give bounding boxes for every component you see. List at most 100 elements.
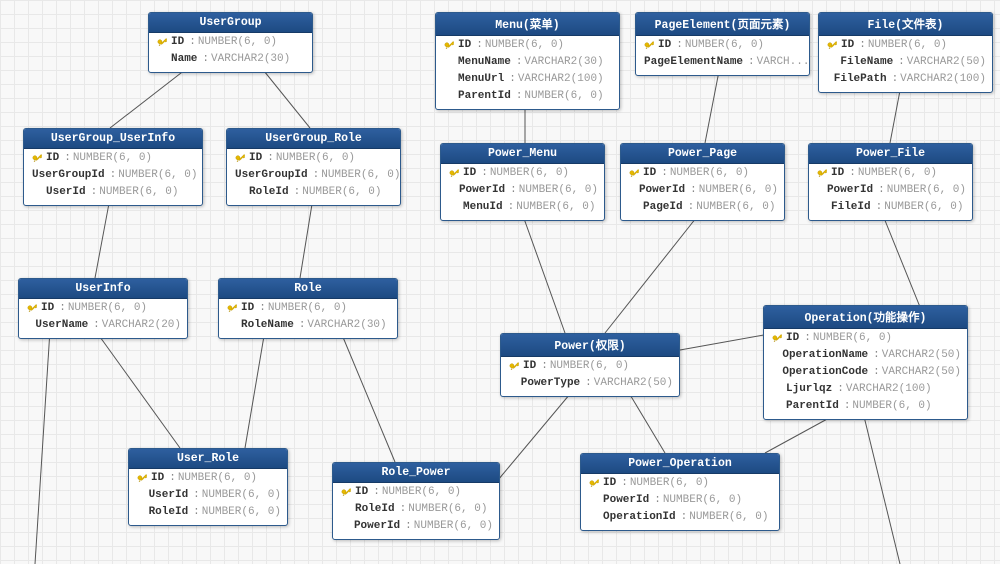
field-separator: : <box>169 471 176 486</box>
field-name: Name <box>171 52 197 67</box>
field-separator: : <box>837 382 844 397</box>
entity-PageElement[interactable]: PageElement(页面元素)ID:NUMBER(6, 0)PageElem… <box>635 12 810 76</box>
entity-header: User_Role <box>129 449 287 469</box>
field-row[interactable]: MenuUrl:VARCHAR2(100) <box>436 71 619 88</box>
entity-UserGroup_UserInfo[interactable]: UserGroup_UserInfoID:NUMBER(6, 0)UserGro… <box>23 128 203 206</box>
entity-header: Role <box>219 279 397 299</box>
field-type: NUMBER(6, 0) <box>663 493 742 508</box>
entity-Power_File[interactable]: Power_FileID:NUMBER(6, 0)PowerId:NUMBER(… <box>808 143 973 221</box>
entity-File[interactable]: File(文件表)ID:NUMBER(6, 0)FileName:VARCHAR… <box>818 12 993 93</box>
field-row[interactable]: PowerId:NUMBER(6, 0) <box>581 492 779 509</box>
field-row[interactable]: Name:VARCHAR2(30) <box>149 51 312 68</box>
field-row[interactable]: ID:NUMBER(6, 0) <box>621 165 784 182</box>
field-row[interactable]: ID:NUMBER(6, 0) <box>636 37 809 54</box>
field-row[interactable]: OperationId:NUMBER(6, 0) <box>581 509 779 526</box>
field-row[interactable]: OperationName:VARCHAR2(50) <box>764 347 967 364</box>
field-name: UserName <box>35 318 88 333</box>
entity-Menu[interactable]: Menu(菜单)ID:NUMBER(6, 0)MenuName:VARCHAR2… <box>435 12 620 110</box>
field-separator: : <box>110 168 117 183</box>
field-type: NUMBER(6, 0) <box>490 166 569 181</box>
field-type: NUMBER(6, 0) <box>685 38 764 53</box>
entity-Power[interactable]: Power(权限)ID:NUMBER(6, 0)PowerType:VARCHA… <box>500 333 680 397</box>
field-row[interactable]: UserId:NUMBER(6, 0) <box>129 487 287 504</box>
field-type: NUMBER(6, 0) <box>268 301 347 316</box>
entity-Operation[interactable]: Operation(功能操作)ID:NUMBER(6, 0)OperationN… <box>763 305 968 420</box>
field-row[interactable]: PageElementName:VARCH... <box>636 54 809 71</box>
entity-Role_Power[interactable]: Role_PowerID:NUMBER(6, 0)RoleId:NUMBER(6… <box>332 462 500 540</box>
field-row[interactable]: PageId:NUMBER(6, 0) <box>621 199 784 216</box>
field-name: ID <box>658 38 671 53</box>
field-row[interactable]: ParentId:NUMBER(6, 0) <box>764 398 967 415</box>
field-row[interactable]: UserId:NUMBER(6, 0) <box>24 184 202 201</box>
field-row[interactable]: ID:NUMBER(6, 0) <box>819 37 992 54</box>
field-row[interactable]: ID:NUMBER(6, 0) <box>809 165 972 182</box>
field-separator: : <box>509 72 516 87</box>
entity-header: File(文件表) <box>819 13 992 36</box>
field-row[interactable]: FileName:VARCHAR2(50) <box>819 54 992 71</box>
field-name: ID <box>41 301 54 316</box>
field-row[interactable]: FileId:NUMBER(6, 0) <box>809 199 972 216</box>
field-row[interactable]: FilePath:VARCHAR2(100) <box>819 71 992 88</box>
field-separator: : <box>93 318 100 333</box>
field-type: NUMBER(6, 0) <box>519 183 598 198</box>
field-row[interactable]: ID:NUMBER(6, 0) <box>764 330 967 347</box>
field-row[interactable]: ID:NUMBER(6, 0) <box>24 150 202 167</box>
field-row[interactable]: ID:NUMBER(6, 0) <box>501 358 679 375</box>
field-row[interactable]: PowerType:VARCHAR2(50) <box>501 375 679 392</box>
field-row[interactable]: MenuId:NUMBER(6, 0) <box>441 199 604 216</box>
entity-UserGroup_Role[interactable]: UserGroup_RoleID:NUMBER(6, 0)UserGroupId… <box>226 128 401 206</box>
field-row[interactable]: UserName:VARCHAR2(20) <box>19 317 187 334</box>
field-row[interactable]: ID:NUMBER(6, 0) <box>581 475 779 492</box>
field-separator: : <box>688 200 695 215</box>
field-type: VARCHAR2(100) <box>518 72 604 87</box>
field-separator: : <box>516 55 523 70</box>
entity-Power_Page[interactable]: Power_PageID:NUMBER(6, 0)PowerId:NUMBER(… <box>620 143 785 221</box>
field-row[interactable]: PowerId:NUMBER(6, 0) <box>333 518 499 535</box>
field-name: ID <box>151 471 164 486</box>
field-type: NUMBER(6, 0) <box>302 185 381 200</box>
entity-UserGroup[interactable]: UserGroupID:NUMBER(6, 0)Name:VARCHAR2(30… <box>148 12 313 73</box>
field-row[interactable]: RoleName:VARCHAR2(30) <box>219 317 397 334</box>
field-name: PowerId <box>459 183 505 198</box>
field-row[interactable]: MenuName:VARCHAR2(30) <box>436 54 619 71</box>
field-row[interactable]: ID:NUMBER(6, 0) <box>333 484 499 501</box>
entity-UserInfo[interactable]: UserInfoID:NUMBER(6, 0)UserName:VARCHAR2… <box>18 278 188 339</box>
field-name: ID <box>603 476 616 491</box>
field-row[interactable]: UserGroupId:NUMBER(6, 0) <box>227 167 400 184</box>
field-type: NUMBER(6, 0) <box>68 301 147 316</box>
entity-Power_Operation[interactable]: Power_OperationID:NUMBER(6, 0)PowerId:NU… <box>580 453 780 531</box>
entity-header: Power_Operation <box>581 454 779 474</box>
field-row[interactable]: RoleId:NUMBER(6, 0) <box>227 184 400 201</box>
field-row[interactable]: PowerId:NUMBER(6, 0) <box>809 182 972 199</box>
field-type: VARCHAR2(30) <box>524 55 603 70</box>
field-row[interactable]: ID:NUMBER(6, 0) <box>436 37 619 54</box>
field-name: RoleName <box>241 318 294 333</box>
field-row[interactable]: ID:NUMBER(6, 0) <box>227 150 400 167</box>
primary-key-icon <box>770 334 784 344</box>
field-row[interactable]: PowerId:NUMBER(6, 0) <box>621 182 784 199</box>
field-separator: : <box>373 485 380 500</box>
field-row[interactable]: ID:NUMBER(6, 0) <box>19 300 187 317</box>
field-row[interactable]: Ljurlqz:VARCHAR2(100) <box>764 381 967 398</box>
field-row[interactable]: RoleId:NUMBER(6, 0) <box>333 501 499 518</box>
field-separator: : <box>193 488 200 503</box>
field-row[interactable]: ParentId:NUMBER(6, 0) <box>436 88 619 105</box>
field-row[interactable]: PowerId:NUMBER(6, 0) <box>441 182 604 199</box>
field-row[interactable]: UserGroupId:NUMBER(6, 0) <box>24 167 202 184</box>
field-type: VARCHAR2(30) <box>211 52 290 67</box>
field-row[interactable]: ID:NUMBER(6, 0) <box>219 300 397 317</box>
primary-key-icon <box>642 41 656 51</box>
entity-Role[interactable]: RoleID:NUMBER(6, 0)RoleName:VARCHAR2(30) <box>218 278 398 339</box>
field-row[interactable]: ID:NUMBER(6, 0) <box>441 165 604 182</box>
entity-User_Role[interactable]: User_RoleID:NUMBER(6, 0)UserId:NUMBER(6,… <box>128 448 288 526</box>
field-row[interactable]: ID:NUMBER(6, 0) <box>129 470 287 487</box>
field-type: NUMBER(6, 0) <box>868 38 947 53</box>
primary-key-icon <box>587 479 601 489</box>
field-row[interactable]: ID:NUMBER(6, 0) <box>149 34 312 51</box>
field-row[interactable]: RoleId:NUMBER(6, 0) <box>129 504 287 521</box>
field-row[interactable]: OperationCode:VARCHAR2(50) <box>764 364 967 381</box>
field-separator: : <box>676 38 683 53</box>
field-name: PageId <box>643 200 683 215</box>
entity-Power_Menu[interactable]: Power_MenuID:NUMBER(6, 0)PowerId:NUMBER(… <box>440 143 605 221</box>
field-type: NUMBER(6, 0) <box>73 151 152 166</box>
